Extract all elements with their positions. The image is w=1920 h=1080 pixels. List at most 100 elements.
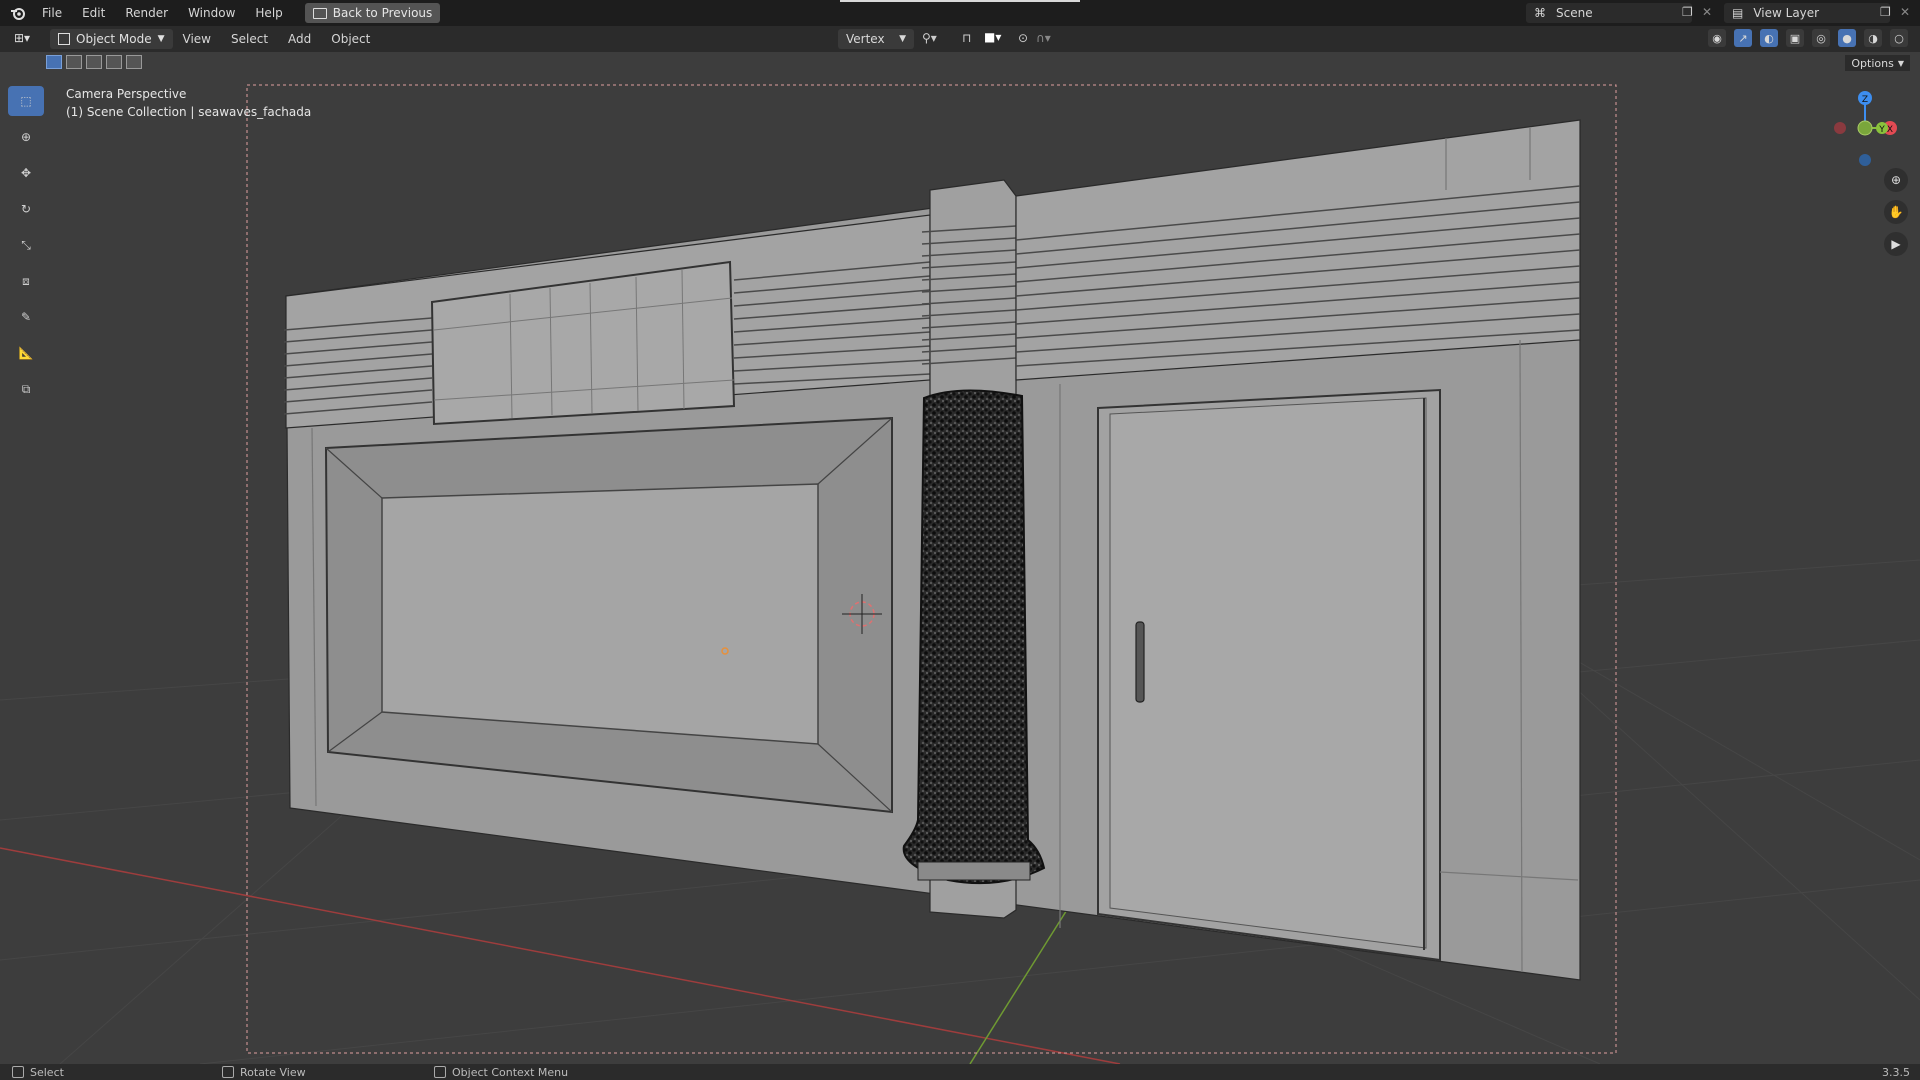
scene-selector[interactable]: ⌘ Scene bbox=[1526, 3, 1692, 23]
top-menu-bar: File Edit Render Window Help Back to Pre… bbox=[0, 0, 1920, 26]
menu-add[interactable]: Add bbox=[278, 32, 321, 46]
status-context-label: Object Context Menu bbox=[452, 1065, 569, 1079]
select-mode-intersect-icon[interactable] bbox=[126, 55, 142, 69]
menu-window[interactable]: Window bbox=[178, 6, 245, 20]
move-icon: ✥ bbox=[20, 166, 32, 180]
snap-element-icon[interactable]: ⚲▾ bbox=[922, 31, 937, 45]
snap-target-label: Vertex bbox=[846, 32, 885, 46]
tool-settings-row: Options ▼ bbox=[0, 52, 1920, 74]
cursor-icon: ⊕ bbox=[20, 130, 32, 144]
camera-icon[interactable]: ▶ bbox=[1884, 232, 1908, 256]
status-context: Object Context Menu bbox=[434, 1066, 568, 1079]
scene-close-icon[interactable]: ✕ bbox=[1702, 5, 1712, 19]
tool-shelf: ⬚ ⊕ ✥ ↻ ⤡ ⧈ ✎ 📐 ⧉ bbox=[8, 86, 48, 410]
move-tool[interactable]: ✥ bbox=[8, 158, 44, 188]
wireframe-shading-icon[interactable]: ◎ bbox=[1812, 29, 1830, 47]
z-neg-axis-icon[interactable] bbox=[1859, 154, 1871, 166]
status-select: Select bbox=[12, 1066, 64, 1079]
options-dropdown[interactable]: Options ▼ bbox=[1845, 55, 1910, 71]
cursor-tool[interactable]: ⊕ bbox=[8, 122, 44, 152]
pan-hand-icon[interactable]: ✋ bbox=[1884, 200, 1908, 224]
z-axis-label: Z bbox=[1862, 95, 1868, 105]
snap-toggle-icon[interactable]: ⊓ bbox=[962, 31, 971, 45]
perspective-label: Camera Perspective bbox=[66, 87, 187, 101]
view-layer-icon: ▤ bbox=[1732, 6, 1744, 20]
navigation-gizmo[interactable]: Z X Y bbox=[1830, 88, 1900, 178]
x-axis-label: X bbox=[1887, 125, 1893, 135]
material-shading-icon[interactable]: ◑ bbox=[1864, 29, 1882, 47]
annotate-tool[interactable]: ✎ bbox=[8, 302, 44, 332]
status-rotate: Rotate View bbox=[222, 1066, 306, 1079]
proportional-edit-icon[interactable]: ■▾ bbox=[984, 30, 1001, 44]
pivot-icon[interactable]: ⊙ bbox=[1018, 31, 1028, 45]
select-mode-new-icon[interactable] bbox=[46, 55, 62, 69]
transform-tool[interactable]: ⧈ bbox=[8, 266, 44, 296]
view-layer-selector[interactable]: ▤ View Layer bbox=[1724, 3, 1890, 23]
menu-edit[interactable]: Edit bbox=[72, 6, 115, 20]
rendered-shading-icon[interactable]: ○ bbox=[1890, 29, 1908, 47]
add-cube-icon: ⧉ bbox=[21, 381, 31, 396]
add-cube-tool[interactable]: ⧉ bbox=[8, 374, 44, 404]
annotate-icon: ✎ bbox=[20, 310, 32, 324]
scale-icon: ⤡ bbox=[21, 237, 31, 252]
scene-name: Scene bbox=[1556, 6, 1593, 20]
snap-target-dropdown[interactable]: Vertex ▼ bbox=[838, 29, 914, 49]
viewport-header: ⊞▾ Object Mode ▼ View Select Add Object … bbox=[0, 26, 1920, 52]
y-axis-label: Y bbox=[1878, 125, 1885, 135]
menu-render[interactable]: Render bbox=[115, 6, 178, 20]
select-mode-invert-icon[interactable] bbox=[106, 55, 122, 69]
menu-file[interactable]: File bbox=[32, 6, 72, 20]
y-neg-axis-icon[interactable] bbox=[1857, 120, 1873, 136]
status-bar: Select Rotate View Object Context Menu 3… bbox=[0, 1064, 1920, 1080]
view-layer-new-icon[interactable]: ❐ bbox=[1880, 5, 1891, 19]
zoom-icon[interactable]: ⊕ bbox=[1884, 168, 1908, 192]
back-to-previous-button[interactable]: Back to Previous bbox=[304, 3, 441, 23]
menu-view[interactable]: View bbox=[173, 32, 221, 46]
status-rotate-label: Rotate View bbox=[240, 1065, 306, 1079]
back-to-previous-label: Back to Previous bbox=[332, 6, 433, 20]
solid-shading-icon[interactable]: ● bbox=[1838, 29, 1856, 47]
menu-help[interactable]: Help bbox=[245, 6, 292, 20]
measure-tool[interactable]: 📐 bbox=[8, 338, 44, 368]
status-select-label: Select bbox=[30, 1065, 64, 1079]
options-label: Options bbox=[1851, 56, 1894, 70]
object-mode-icon bbox=[58, 33, 70, 45]
mouse-middle-icon bbox=[222, 1066, 234, 1078]
mode-label: Object Mode bbox=[76, 32, 152, 46]
blender-logo-icon[interactable] bbox=[10, 5, 26, 21]
chevron-down-icon: ▼ bbox=[157, 34, 165, 44]
editor-type-icon[interactable]: ⊞▾ bbox=[14, 31, 30, 45]
select-box-icon: ⬚ bbox=[20, 94, 32, 108]
select-mode-subtract-icon[interactable] bbox=[86, 55, 102, 69]
scene-new-icon[interactable]: ❐ bbox=[1682, 5, 1693, 19]
viewport-shading-controls: ◉ ↗ ◐ ▣ ◎ ● ◑ ○ bbox=[1708, 29, 1908, 47]
rotate-icon: ↻ bbox=[20, 202, 32, 216]
workspace-indicator bbox=[840, 0, 1080, 2]
view-layer-name: View Layer bbox=[1753, 6, 1820, 20]
scene-icon: ⌘ bbox=[1534, 6, 1546, 20]
ivy-plant[interactable] bbox=[902, 389, 1046, 885]
view-layer-close-icon[interactable]: ✕ bbox=[1900, 5, 1910, 19]
navigation-tools: ⊕ ✋ ▶ bbox=[1884, 168, 1908, 256]
chevron-down-icon: ▼ bbox=[899, 34, 906, 44]
rotate-tool[interactable]: ↻ bbox=[8, 194, 44, 224]
mouse-right-icon bbox=[434, 1066, 446, 1078]
falloff-icon[interactable]: ∩▾ bbox=[1036, 31, 1051, 45]
overlay-toggle-icon[interactable]: ◐ bbox=[1760, 29, 1778, 47]
menu-object[interactable]: Object bbox=[321, 32, 380, 46]
transform-icon: ⧈ bbox=[22, 273, 30, 288]
select-mode-extend-icon[interactable] bbox=[66, 55, 82, 69]
viewport-canvas[interactable] bbox=[0, 52, 1920, 1064]
scale-tool[interactable]: ⤡ bbox=[8, 230, 44, 260]
mode-dropdown[interactable]: Object Mode ▼ bbox=[50, 29, 173, 49]
mouse-left-icon bbox=[12, 1066, 24, 1078]
visibility-icon[interactable]: ◉ bbox=[1708, 29, 1726, 47]
measure-icon: 📐 bbox=[18, 346, 34, 360]
xray-icon[interactable]: ▣ bbox=[1786, 29, 1804, 47]
gizmo-toggle-icon[interactable]: ↗ bbox=[1734, 29, 1752, 47]
x-neg-axis-icon[interactable] bbox=[1834, 122, 1846, 134]
menu-select[interactable]: Select bbox=[221, 32, 278, 46]
select-box-tool[interactable]: ⬚ bbox=[8, 86, 44, 116]
collection-label: (1) Scene Collection | seawaves_fachada bbox=[66, 105, 312, 119]
3d-viewport[interactable] bbox=[0, 52, 1920, 1064]
